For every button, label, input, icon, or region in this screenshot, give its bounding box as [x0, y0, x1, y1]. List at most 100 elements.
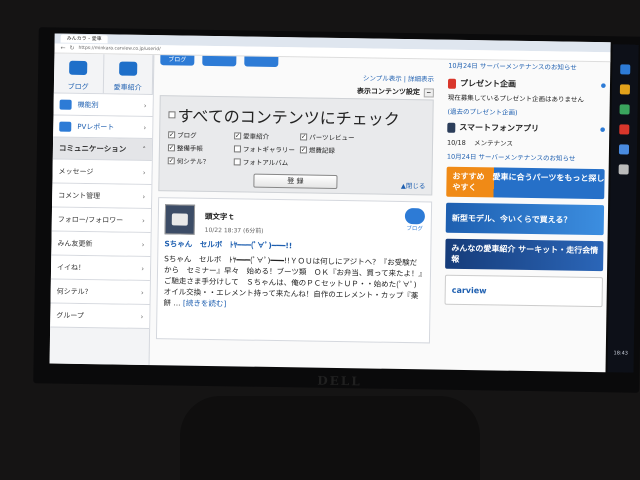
- display-settings-title: 表示コンテンツ設定: [356, 87, 420, 97]
- car-label: 愛車紹介: [113, 83, 142, 92]
- content-checkbox[interactable]: ✓ 何シテル？: [167, 155, 234, 166]
- item-label: 何シテル？: [56, 287, 92, 296]
- content-checkbox[interactable]: ✓ パーツレビュー: [300, 131, 366, 142]
- reload-icon[interactable]: ↻: [69, 45, 74, 52]
- post-title[interactable]: Sちゃん セルボ ﾄﾔ━━━(ﾟ∀ﾟ)━━━!!: [164, 238, 424, 253]
- item-label: グループ: [56, 311, 84, 320]
- close-link[interactable]: ▲閉じる: [401, 180, 426, 190]
- sidebar-item-comments[interactable]: コメント管理 ›: [52, 183, 152, 210]
- sidebar-car-button[interactable]: 愛車紹介: [103, 54, 154, 95]
- app-icon[interactable]: [620, 64, 631, 75]
- ad-banner-parts[interactable]: おすすめ 愛車に合うパーツをもっと探しやすく: [446, 166, 605, 200]
- checkbox-icon[interactable]: ✓: [167, 156, 175, 164]
- news-title[interactable]: メンテナンス: [474, 139, 513, 148]
- monitor-logo: DELL: [317, 373, 362, 389]
- post-body: Sちゃん セルボ ﾄﾔ━━━(ﾟ∀ﾟ)━━━!!ＹＯＵは何しにアジトへ？『お受験…: [163, 253, 424, 312]
- sidebar-top-icons: ブログ 愛車紹介: [53, 53, 154, 96]
- post-type-badge: ブログ: [404, 208, 426, 232]
- content-checkbox[interactable]: フォトギャラリー: [233, 143, 300, 155]
- monitor-stand: [180, 396, 480, 480]
- app-icon[interactable]: [619, 124, 630, 135]
- read-more-link[interactable]: [続きを読む]: [183, 299, 226, 309]
- browser-icon[interactable]: [618, 144, 630, 155]
- checkbox-icon[interactable]: ✓: [299, 145, 308, 153]
- sidebar-blog-button[interactable]: ブログ: [53, 53, 104, 94]
- content-checkbox[interactable]: ✓ 燃費記録: [299, 144, 366, 155]
- sidebar-item-friends[interactable]: みん友更新 ›: [51, 231, 151, 258]
- app-news-link[interactable]: 10月24日 サーバーメンテナンスのお知らせ: [447, 151, 605, 163]
- present-title: プレゼント企画: [459, 78, 517, 89]
- tab-2[interactable]: [202, 55, 237, 67]
- checkbox-icon[interactable]: ✓: [168, 130, 176, 138]
- sidebar-item-groups[interactable]: グループ ›: [50, 303, 150, 330]
- app-icon[interactable]: [618, 164, 629, 175]
- checkbox-icon[interactable]: [233, 157, 241, 165]
- web-page: ブログ 愛車紹介 機能別 › PVレポート › コミュニケーション ˄ メッセー…: [49, 53, 611, 373]
- avatar[interactable]: [164, 204, 196, 235]
- ad-banner-carview[interactable]: carview: [444, 274, 603, 308]
- app-news: 10/18 メンテナンス: [447, 137, 605, 149]
- sidebar-item-follow[interactable]: フォロー/フォロワー ›: [51, 207, 151, 234]
- chevron-right-icon: ›: [140, 288, 144, 297]
- checkbox-icon[interactable]: [168, 110, 176, 118]
- sidebar-item-likes[interactable]: イイね！ ›: [50, 255, 151, 282]
- maintenance-notice[interactable]: 10月24日 サーバーメンテナンスのお知らせ: [448, 60, 606, 74]
- app-title: スマートフォンアプリ: [459, 122, 540, 134]
- sidebar-link-pv-report[interactable]: PVレポート ›: [53, 115, 153, 140]
- checkbox-label: 何シテル？: [176, 157, 210, 166]
- back-icon[interactable]: ←: [60, 45, 65, 52]
- checkbox-grid: ✓ ブログ ✓ 愛車紹介 ✓ パーツレビュー ✓ 整備手帳 フォトギャラリー ✓ 燃費記録 ✓ 何シテル…: [167, 129, 425, 172]
- car-icon: [118, 61, 138, 76]
- ad-banner-new-model[interactable]: 新型モデル、今いくらで買える？: [445, 202, 605, 236]
- content-checkbox[interactable]: フォトアルバム: [233, 156, 300, 168]
- content-checkbox[interactable]: ✓ 愛車紹介: [234, 130, 300, 141]
- view-mode-links[interactable]: シンプル表示 | 詳細表示: [160, 69, 434, 83]
- collapse-icon[interactable]: −: [423, 87, 434, 97]
- clock[interactable]: 18:43: [609, 350, 633, 357]
- sidebar-item-messages[interactable]: メッセージ ›: [52, 159, 152, 186]
- right-column: 10月24日 サーバーメンテナンスのお知らせ プレゼント企画 ● 現在募集してい…: [436, 60, 611, 373]
- tab-blog[interactable]: ブログ: [160, 55, 195, 66]
- past-present-link[interactable]: (過去のプレゼント企画): [447, 106, 605, 118]
- url-text[interactable]: https://minkara.carview.co.jp/userid/: [79, 46, 161, 52]
- item-label: コメント管理: [58, 191, 101, 200]
- blog-label: ブログ: [67, 82, 89, 92]
- folder-icon[interactable]: [619, 84, 631, 95]
- register-button[interactable]: 登 録: [253, 173, 338, 189]
- checkbox-icon[interactable]: ✓: [300, 132, 308, 140]
- chevron-right-icon: ›: [141, 264, 145, 273]
- sidebar: ブログ 愛車紹介 機能別 › PVレポート › コミュニケーション ˄ メッセー…: [49, 53, 155, 366]
- content-checkbox[interactable]: ✓ ブログ: [168, 129, 234, 140]
- features-label: 機能別: [77, 100, 99, 109]
- sidebar-item-doing[interactable]: 何シテル？ ›: [50, 279, 150, 306]
- chevron-right-icon: ›: [140, 312, 144, 321]
- ad-banner-circuit[interactable]: みんなの愛車紹介 サーキット・走行会情報: [445, 238, 604, 272]
- chevron-right-icon: ›: [143, 101, 147, 110]
- section-label: コミュニケーション: [58, 143, 127, 154]
- report-icon: [59, 121, 72, 132]
- app-icon[interactable]: [619, 104, 630, 115]
- content-checkbox[interactable]: ✓ 整備手帳: [167, 142, 234, 153]
- sidebar-link-features[interactable]: 機能別 ›: [53, 93, 153, 118]
- plus-icon[interactable]: ●: [600, 126, 605, 133]
- tab-3[interactable]: [244, 56, 279, 68]
- checkbox-label: フォトギャラリー: [242, 145, 295, 155]
- checkbox-label: フォトアルバム: [242, 158, 289, 168]
- speech-bubble-icon: [404, 208, 426, 225]
- item-label: フォロー/フォロワー: [57, 215, 124, 225]
- timeline-post: 頭文字ｔ 10/22 18:37 (6分前) ブログ Sちゃん セルボ ﾄﾔ━━…: [155, 197, 433, 344]
- check-all-label: すべてのコンテンツにチェック: [177, 106, 400, 129]
- chevron-right-icon: ›: [143, 123, 147, 132]
- checkbox-label: 愛車紹介: [243, 132, 270, 141]
- check-all[interactable]: すべてのコンテンツにチェック: [168, 102, 424, 130]
- post-author[interactable]: 頭文字ｔ: [205, 211, 264, 223]
- sidebar-section-communication[interactable]: コミュニケーション ˄: [52, 137, 153, 162]
- checkbox-icon[interactable]: ✓: [234, 131, 242, 139]
- browser-tab[interactable]: みんカラ - 愛車: [60, 34, 108, 44]
- checkbox-icon[interactable]: [233, 144, 242, 152]
- checkbox-icon[interactable]: ✓: [167, 143, 176, 151]
- plus-icon[interactable]: ●: [601, 82, 606, 89]
- content-settings-box: すべてのコンテンツにチェック ✓ ブログ ✓ 愛車紹介 ✓ パーツレビュー ✓ 整備手帳 フォト…: [158, 95, 434, 196]
- blog-icon: [69, 60, 88, 76]
- checkbox-label: 燃費記録: [308, 146, 335, 155]
